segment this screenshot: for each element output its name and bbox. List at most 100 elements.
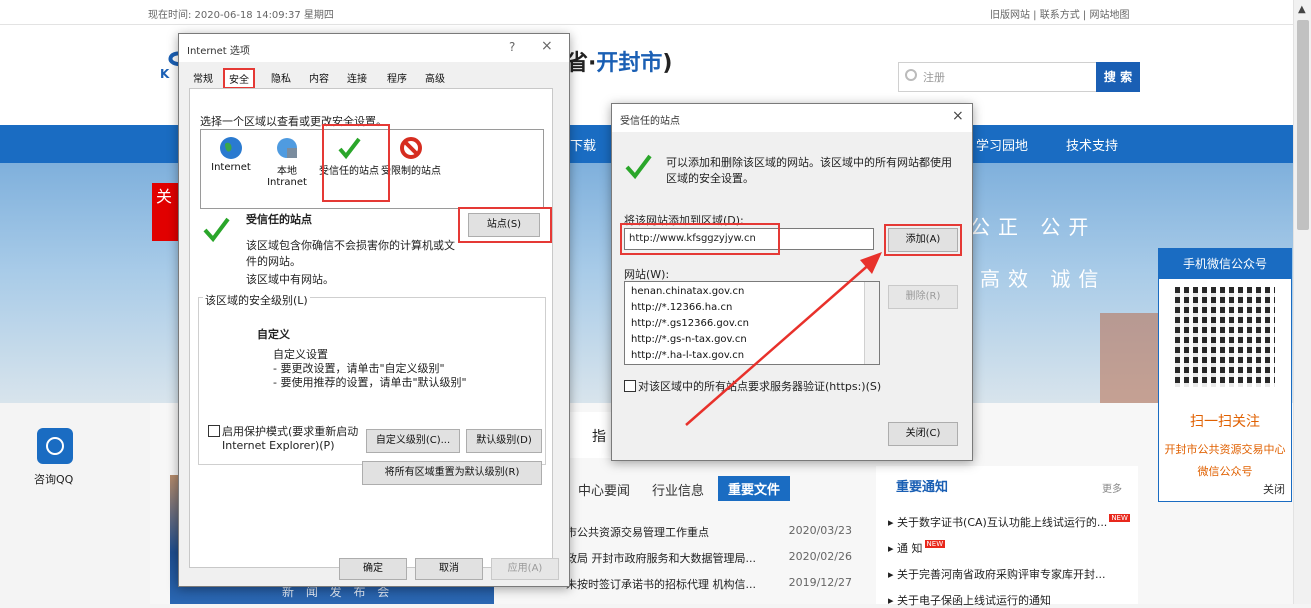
internet-options-dialog: Internet 选项 ? × 常规 安全 隐私 内容 连接 程序 高级 选择一… — [178, 33, 570, 587]
list-item[interactable]: http://*.gs12366.gov.cn — [631, 318, 749, 329]
top-info-bar: 现在时间: 2020-06-18 14:09:37 星期四 旧版网站 | 联系方… — [0, 0, 1311, 25]
nav-item-support[interactable]: 技术支持 — [1066, 135, 1118, 154]
nav-item-download[interactable]: 下载 — [570, 135, 596, 154]
sites-list[interactable]: henan.chinatax.gov.cn http://*.12366.ha.… — [624, 281, 880, 365]
zone-internet[interactable]: Internet — [201, 130, 261, 173]
wechat-pub: 微信公众号 — [1197, 465, 1253, 478]
https-label: 对该区域中的所有站点要求服务器验证(https:)(S) — [638, 380, 882, 393]
reset-all-zones-button[interactable]: 将所有区域重置为默认级别(R) — [362, 461, 542, 485]
level-name: 自定义 — [257, 328, 290, 341]
news-panel: 中心要闻 行业信息 重要文件 市公共资源交易管理工作重点 2020/03/23 政… — [566, 466, 866, 604]
news-row[interactable]: 政局 开封市政府服务和大数据管理局... 2020/02/26 — [566, 550, 858, 566]
wechat-widget: 手机微信公众号 扫一扫关注 开封市公共资源交易中心 微信公众号 关闭 — [1158, 248, 1292, 502]
notice-panel: 重要通知 更多 ▸ 关于数字证书(CA)互认功能上线试运行的... NEW ▸ 通… — [876, 466, 1138, 607]
notice-more-link[interactable]: 更多 — [1102, 480, 1122, 495]
trusted-sites-dialog: 受信任的站点 × 可以添加和删除该区域的网站。该区域中的所有网站都使用区域的安全… — [611, 103, 973, 461]
scrollbar-thumb[interactable] — [1297, 20, 1309, 230]
dialog-title: Internet 选项 — [187, 46, 250, 57]
remove-button[interactable]: 删除(R) — [888, 285, 958, 309]
search-icon — [905, 69, 917, 81]
close-icon[interactable]: × — [952, 108, 964, 124]
wechat-header: 手机微信公众号 — [1159, 249, 1291, 279]
zone-description: 该区域包含你确信不会损害你的计算机或文件的网站。 — [246, 239, 455, 268]
dialog-titlebar[interactable]: Internet 选项 ? × — [179, 34, 569, 62]
level-hint-2: - 要使用推荐的设置，请单击"默认级别" — [273, 376, 467, 389]
qq-consult[interactable]: 咨询QQ — [22, 428, 92, 498]
protected-mode-label: 启用保护模式(要求重新启动 Internet Explorer)(P) — [222, 425, 359, 452]
trusted-info: 可以添加和删除该区域的网站。该区域中的所有网站都使用区域的安全设置。 — [666, 156, 952, 185]
globe-icon — [219, 136, 243, 160]
wechat-org: 开封市公共资源交易中心 — [1164, 443, 1286, 456]
tab-advanced[interactable]: 高级 — [425, 70, 445, 85]
sites-list-label: 网站(W): — [624, 268, 670, 281]
news-row[interactable]: 市公共资源交易管理工作重点 2020/03/23 — [566, 524, 858, 540]
list-item[interactable]: http://*.12366.ha.cn — [631, 302, 732, 313]
ok-button[interactable]: 确定 — [339, 558, 407, 580]
trusted-title: 受信任的站点 — [620, 116, 680, 127]
list-scrollbar[interactable] — [864, 282, 879, 364]
tab-security[interactable]: 安全 — [223, 68, 255, 89]
zone-title: 受信任的站点 — [246, 213, 312, 226]
default-level-button[interactable]: 默认级别(D) — [466, 429, 542, 453]
wechat-close-button[interactable]: 关闭 — [1263, 481, 1285, 497]
apply-button[interactable]: 应用(A) — [491, 558, 559, 580]
zone-local-intranet[interactable]: 本地 Intranet — [257, 130, 317, 188]
notice-row[interactable]: ▸ 关于电子保函上线试运行的通知 — [888, 592, 1051, 608]
region-title: 省·开封市) — [566, 51, 673, 76]
notice-row[interactable]: ▸ 关于数字证书(CA)互认功能上线试运行的... NEW — [888, 514, 1130, 530]
search-placeholder: 注册 — [923, 71, 945, 84]
scroll-up-icon[interactable]: ▲ — [1298, 4, 1306, 15]
tab-content[interactable]: 内容 — [309, 70, 329, 85]
protected-mode-checkbox[interactable] — [208, 425, 220, 437]
tab-programs[interactable]: 程序 — [387, 70, 407, 85]
tab-center-news[interactable]: 中心要闻 — [578, 480, 630, 499]
zone-check-icon — [202, 215, 230, 246]
close-icon[interactable]: × — [541, 38, 553, 54]
security-panel: 选择一个区域以查看或更改安全设置。 Internet 本地 Intranet 受… — [189, 88, 553, 568]
slogan-line-2: 高效 诚信 — [980, 267, 1107, 291]
dialog-tabs: 常规 安全 隐私 内容 连接 程序 高级 — [189, 68, 559, 89]
red-notice-tab[interactable]: 关 — [152, 183, 178, 241]
add-button-highlight — [884, 224, 962, 256]
zone-has-sites: 该区域中有网站。 — [246, 273, 334, 286]
region-city: 开封市 — [596, 51, 663, 76]
list-item[interactable]: http://*.ha-l-tax.gov.cn — [631, 350, 744, 361]
tab-privacy[interactable]: 隐私 — [271, 70, 291, 85]
https-checkbox[interactable] — [624, 380, 636, 392]
news-row[interactable]: 未按时签订承诺书的招标代理 机构信... 2019/12/27 — [566, 576, 858, 592]
qq-label: 咨询QQ — [34, 473, 74, 486]
restricted-icon — [399, 136, 423, 160]
wechat-scan-text: 扫一扫关注 — [1190, 414, 1260, 430]
sites-button-highlight — [458, 207, 552, 243]
help-button[interactable]: ? — [509, 40, 515, 54]
nav-item-study[interactable]: 学习园地 — [976, 135, 1028, 154]
qr-code-image — [1175, 287, 1275, 387]
notice-row[interactable]: ▸ 关于完善河南省政府采购评审专家库开封... — [888, 566, 1106, 582]
notice-row[interactable]: ▸ 通 知 NEW — [888, 540, 946, 556]
trusted-check-icon — [624, 152, 652, 183]
tab-important-files[interactable]: 重要文件 — [718, 476, 791, 501]
list-item[interactable]: henan.chinatax.gov.cn — [631, 286, 744, 297]
svg-text:K: K — [160, 67, 170, 80]
add-input-highlight — [620, 223, 780, 255]
current-time: 现在时间: 2020-06-18 14:09:37 星期四 — [148, 10, 334, 21]
zone-restricted-sites[interactable]: 受限制的站点 — [381, 130, 441, 177]
tab-general[interactable]: 常规 — [193, 70, 213, 85]
close-button[interactable]: 关闭(C) — [888, 422, 958, 446]
slogan-line-1: 公正 公开 — [970, 215, 1097, 239]
intranet-icon — [275, 136, 299, 160]
tab-industry-info[interactable]: 行业信息 — [652, 480, 704, 499]
chat-icon — [37, 428, 73, 464]
feature-label: 指 — [592, 429, 606, 445]
custom-level-button[interactable]: 自定义级别(C)... — [366, 429, 460, 453]
level-group-label: 该区域的安全级别(L) — [203, 292, 310, 308]
tab-connections[interactable]: 连接 — [347, 70, 367, 85]
trusted-titlebar[interactable]: 受信任的站点 × — [612, 104, 972, 132]
top-links[interactable]: 旧版网站 | 联系方式 | 网站地图 — [990, 6, 1129, 21]
search-input[interactable]: 注册 — [898, 62, 1098, 92]
trusted-zone-highlight — [322, 124, 390, 202]
search-button[interactable]: 搜 索 — [1096, 62, 1140, 92]
list-item[interactable]: http://*.gs-n-tax.gov.cn — [631, 334, 747, 345]
page-scrollbar[interactable]: ▲ — [1293, 0, 1311, 604]
cancel-button[interactable]: 取消 — [415, 558, 483, 580]
